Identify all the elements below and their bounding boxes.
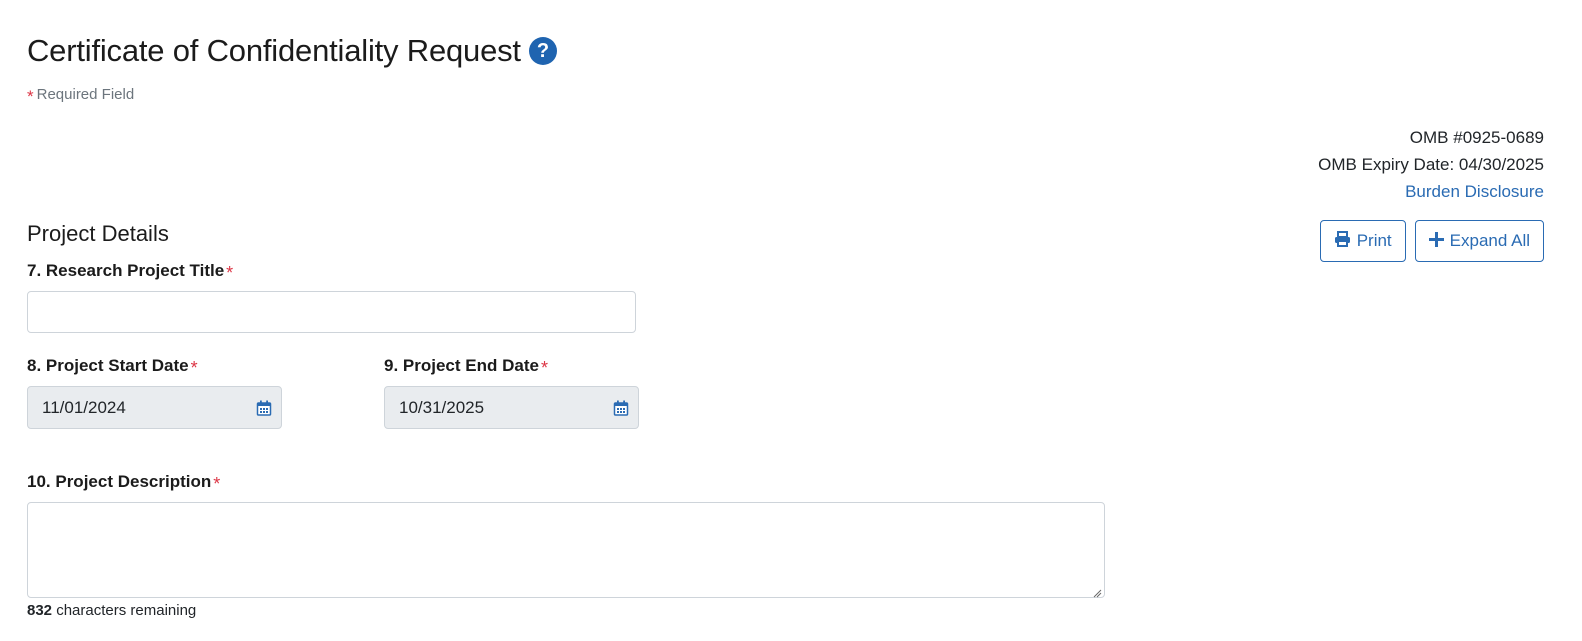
required-marker: * [226, 263, 234, 283]
plus-icon [1428, 231, 1444, 252]
end-date-value: 10/31/2025 [399, 397, 485, 417]
required-marker: * [540, 358, 548, 378]
expand-all-label: Expand All [1449, 231, 1530, 250]
omb-expiry: OMB Expiry Date: 04/30/2025 [1318, 155, 1544, 174]
required-note-text: Required Field [36, 86, 135, 103]
question-circle-icon[interactable]: ? [528, 37, 557, 65]
remaining-count: 832 [27, 602, 53, 619]
expand-all-button[interactable]: Expand All [1414, 220, 1544, 262]
print-button[interactable]: Print [1319, 220, 1406, 262]
print-label: Print [1356, 231, 1392, 250]
required-marker: * [27, 87, 34, 106]
remaining-text: characters remaining [56, 602, 197, 619]
print-icon [1334, 230, 1351, 252]
project-start-date-input[interactable]: 11/01/2024 [27, 386, 282, 429]
page-title: Certificate of Confidentiality Request ? [27, 33, 557, 69]
research-project-title-label: 7. Research Project Title * [27, 261, 234, 283]
section-title: Project Details [27, 221, 169, 246]
characters-remaining: 832 characters remaining [27, 602, 196, 619]
toolbar: Print Expand All [1319, 220, 1544, 262]
project-description-textarea[interactable] [27, 502, 1105, 598]
required-marker: * [190, 358, 198, 378]
resize-handle-icon[interactable] [1092, 585, 1102, 598]
calendar-icon[interactable] [256, 400, 272, 416]
project-end-date-label: 9. Project End Date * [384, 356, 548, 378]
burden-disclosure-link[interactable]: Burden Disclosure [1405, 182, 1544, 201]
calendar-icon[interactable] [613, 400, 629, 416]
required-field-note: * Required Field [27, 84, 135, 106]
start-date-value: 11/01/2024 [42, 397, 126, 417]
page-title-text: Certificate of Confidentiality Request [27, 33, 521, 68]
project-start-date-label: 8. Project Start Date * [27, 356, 198, 378]
research-project-title-input[interactable] [27, 291, 636, 333]
omb-info: OMB #0925-0689 OMB Expiry Date: 04/30/20… [1318, 124, 1544, 205]
required-marker: * [213, 474, 221, 494]
omb-number: OMB #0925-0689 [1409, 128, 1544, 147]
project-description-label: 10. Project Description * [27, 472, 221, 494]
project-end-date-input[interactable]: 10/31/2025 [384, 386, 639, 429]
